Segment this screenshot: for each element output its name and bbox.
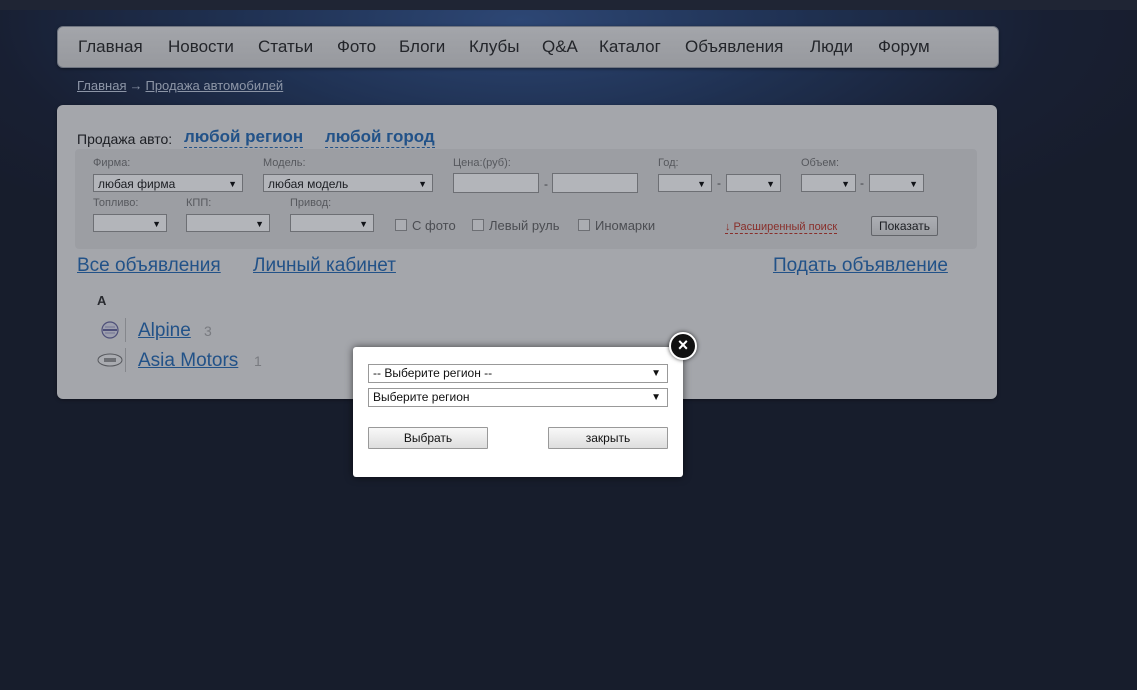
chevron-down-icon: ▼ <box>651 368 661 379</box>
region-modal: -- Выберите регион -- ▼ Выберите регион ▼ … <box>353 347 683 477</box>
choose-button[interactable]: Выбрать <box>368 427 488 449</box>
close-icon[interactable]: × <box>669 332 697 360</box>
modal-overlay[interactable] <box>0 0 1137 690</box>
region-select-primary-value: -- Выберите регион -- <box>373 366 493 380</box>
region-select-secondary-value: Выберите регион <box>373 390 470 404</box>
chevron-down-icon: ▼ <box>651 392 661 403</box>
region-select-secondary[interactable]: Выберите регион ▼ <box>368 388 668 407</box>
close-button[interactable]: закрыть <box>548 427 668 449</box>
region-select-primary[interactable]: -- Выберите регион -- ▼ <box>368 364 668 383</box>
